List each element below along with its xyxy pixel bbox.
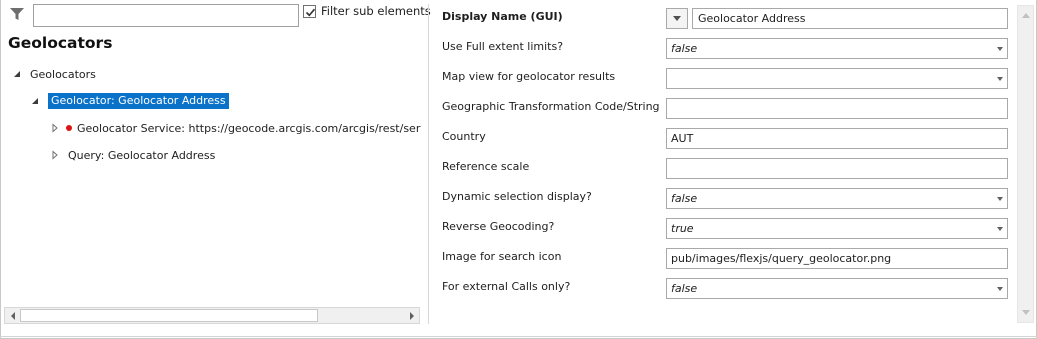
tree-item-geolocator-service[interactable]: Geolocator Service: https://geocode.arcg… (50, 119, 421, 137)
dropdown-arrow-icon (997, 77, 1003, 81)
geo-transformation-field[interactable] (666, 98, 1008, 119)
tree-item-label: Query: Geolocator Address (68, 148, 216, 162)
error-status-icon (66, 125, 72, 131)
search-icon-image-field[interactable]: pub/images/flexjs/query_geolocator.png (666, 248, 1008, 269)
dropdown-value: false (671, 282, 698, 295)
arrow-left-icon (10, 311, 15, 320)
pane-title: Geolocators (8, 34, 113, 52)
tree-item-geolocators[interactable]: Geolocators (12, 65, 96, 83)
dropdown-arrow-icon (997, 287, 1003, 291)
scroll-right-button[interactable] (404, 308, 419, 323)
checkmark-icon (305, 8, 316, 17)
map-view-dropdown[interactable] (666, 68, 1008, 89)
scroll-up-button[interactable] (1018, 8, 1033, 23)
dropdown-arrow-icon (997, 47, 1003, 51)
tree-item-geolocator-address[interactable]: Geolocator: Geolocator Address (30, 92, 229, 110)
tree-item-query[interactable]: Query: Geolocator Address (50, 146, 215, 164)
dropdown-value: true (671, 222, 694, 235)
prop-label-map-view: Map view for geolocator results (442, 70, 616, 83)
pane-divider[interactable] (428, 4, 429, 324)
bottom-border (0, 336, 1037, 337)
display-name-field[interactable]: Geolocator Address (692, 8, 1008, 29)
horizontal-scrollbar[interactable] (4, 307, 420, 324)
tree-item-label: Geolocator Service: https://geocode.arcg… (77, 121, 421, 135)
display-name-label: Display Name (GUI) (442, 10, 563, 23)
collapsed-triangle-icon[interactable] (50, 150, 60, 160)
prop-label-search-icon-image: Image for search icon (442, 250, 562, 263)
reference-scale-field[interactable] (666, 158, 1008, 179)
tree-item-label-selected: Geolocator: Geolocator Address (48, 93, 229, 109)
chevron-down-icon (673, 16, 681, 21)
filter-icon (9, 6, 25, 22)
collapsed-triangle-icon[interactable] (50, 123, 60, 133)
prop-label-reference-scale: Reference scale (442, 160, 530, 173)
use-full-extent-dropdown[interactable]: false (666, 38, 1008, 59)
display-name-dropdown-button[interactable] (666, 8, 688, 29)
filter-sub-elements-label[interactable]: Filter sub elements (321, 4, 431, 18)
tree-pane: Filter sub elements Geolocators Geolocat… (0, 0, 431, 328)
filter-sub-elements-checkbox[interactable] (303, 5, 316, 18)
dropdown-value: false (671, 42, 698, 55)
reverse-geocoding-dropdown[interactable]: true (666, 218, 1008, 239)
prop-label-dynamic-selection: Dynamic selection display? (442, 190, 592, 203)
dropdown-value: false (671, 192, 698, 205)
scroll-down-button[interactable] (1018, 305, 1033, 320)
dynamic-selection-dropdown[interactable]: false (666, 188, 1008, 209)
arrow-up-icon (1021, 13, 1030, 18)
expanded-triangle-icon[interactable] (30, 96, 40, 106)
vertical-scrollbar[interactable] (1017, 5, 1034, 323)
scroll-thumb[interactable] (20, 309, 318, 322)
prop-label-reverse-geocoding: Reverse Geocoding? (442, 220, 555, 233)
filter-input[interactable] (33, 4, 299, 27)
dropdown-arrow-icon (997, 227, 1003, 231)
tree-item-label: Geolocators (30, 67, 96, 81)
prop-label-country: Country (442, 130, 486, 143)
dropdown-arrow-icon (997, 197, 1003, 201)
prop-label-geo-transformation: Geographic Transformation Code/String (442, 100, 660, 113)
external-calls-dropdown[interactable]: false (666, 278, 1008, 299)
prop-label-external-calls: For external Calls only? (442, 280, 571, 293)
arrow-right-icon (409, 311, 414, 320)
arrow-down-icon (1021, 310, 1030, 315)
scroll-left-button[interactable] (5, 308, 20, 323)
country-field[interactable]: AUT (666, 128, 1008, 149)
expanded-triangle-icon[interactable] (12, 69, 22, 79)
prop-label-use-full-extent: Use Full extent limits? (442, 40, 564, 53)
